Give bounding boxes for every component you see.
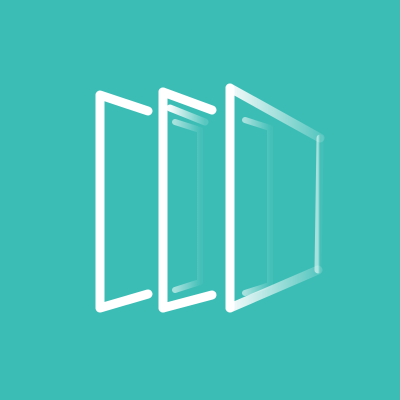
app-icon	[0, 0, 400, 400]
panels-logo-svg	[0, 0, 400, 400]
